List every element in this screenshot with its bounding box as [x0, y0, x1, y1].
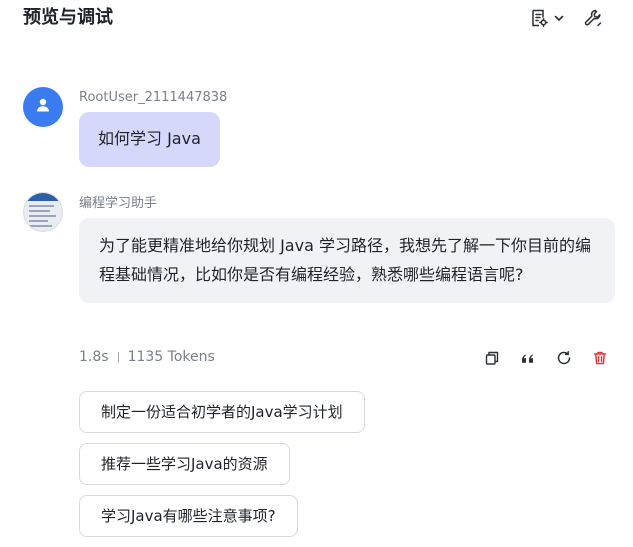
- user-name: RootUser_2111447838: [79, 90, 228, 105]
- preview-debug-panel: 预览与调试 RootUser_2111447838 如何学习 Java 编程学习…: [0, 0, 633, 547]
- meta-divider: [117, 351, 119, 363]
- message-actions: [483, 349, 609, 367]
- document-settings-icon: [529, 8, 549, 28]
- suggestion-button[interactable]: 制定一份适合初学者的Java学习计划: [79, 391, 365, 433]
- header-actions: [529, 8, 603, 28]
- chevron-down-icon: [553, 12, 565, 24]
- quote-icon[interactable]: [519, 349, 537, 367]
- suggestion-button[interactable]: 学习Java有哪些注意事项?: [79, 495, 298, 537]
- token-count: 1135 Tokens: [127, 349, 215, 365]
- refresh-icon[interactable]: [555, 349, 573, 367]
- delete-icon[interactable]: [591, 349, 609, 367]
- wrench-icon: [583, 8, 603, 28]
- response-time: 1.8s: [79, 349, 109, 365]
- message-meta: 1.8s 1135 Tokens: [79, 349, 215, 365]
- bot-name: 编程学习助手: [79, 196, 158, 211]
- user-icon: [35, 97, 51, 117]
- bot-avatar: [23, 192, 63, 232]
- page-title: 预览与调试: [23, 7, 113, 28]
- suggestion-button[interactable]: 推荐一些学习Java的资源: [79, 443, 290, 485]
- view-options-button[interactable]: [529, 8, 565, 28]
- bot-message-bubble: 为了能更精准地给你规划 Java 学习路径，我想先了解一下你目前的编程基础情况，…: [79, 218, 615, 303]
- user-message-bubble: 如何学习 Java: [79, 112, 220, 167]
- user-avatar: [23, 87, 63, 127]
- settings-wrench-button[interactable]: [583, 8, 603, 28]
- copy-icon[interactable]: [483, 349, 501, 367]
